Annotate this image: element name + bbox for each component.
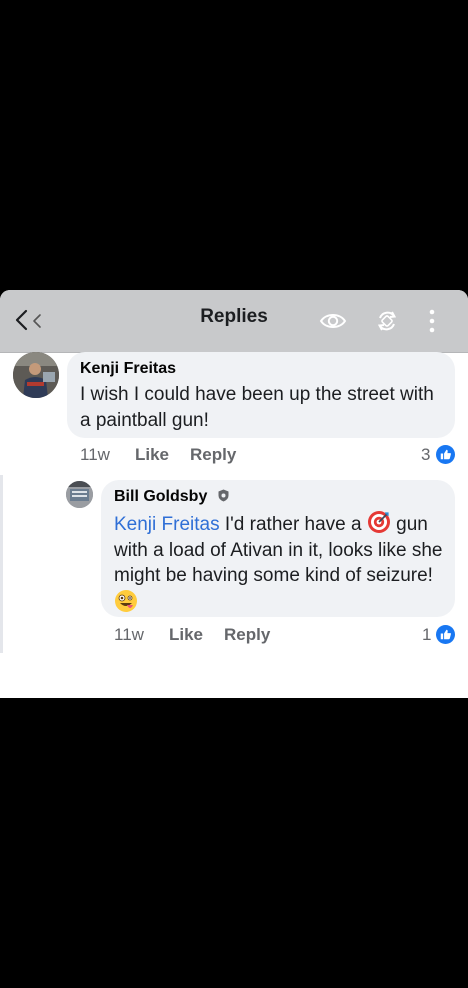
target-emoji-icon	[367, 511, 390, 533]
like-reaction-icon	[436, 625, 455, 644]
thread-line	[0, 475, 3, 653]
like-button[interactable]: Like	[169, 625, 203, 645]
reaction-count[interactable]: 3	[421, 445, 430, 465]
comment-author[interactable]: Kenji Freitas	[80, 360, 176, 378]
avatar-photo	[13, 352, 59, 398]
sync-icon[interactable]	[373, 307, 401, 335]
replies-panel: Replies Kenji Freitas I wish I could hav…	[0, 290, 468, 698]
reply-author-name: Bill Goldsby	[114, 488, 208, 505]
reply-bubble: Bill Goldsby Kenji Freitas I'd rather ha…	[101, 480, 455, 617]
replies-header: Replies	[0, 290, 468, 353]
reply-button[interactable]: Reply	[190, 445, 236, 465]
reply-text-part: I'd rather have a	[219, 514, 367, 535]
avatar-photo	[66, 481, 93, 508]
reply-timestamp[interactable]: 11w	[114, 625, 144, 645]
shield-icon	[218, 489, 229, 502]
avatar[interactable]	[13, 352, 59, 398]
mention-link[interactable]: Kenji Freitas	[114, 514, 220, 535]
comment-timestamp[interactable]: 11w	[80, 445, 110, 465]
reply-avatar[interactable]	[66, 481, 93, 508]
zany-face-emoji-icon	[115, 589, 137, 612]
eye-icon[interactable]	[319, 307, 347, 335]
more-vertical-icon[interactable]	[422, 307, 442, 335]
like-button[interactable]: Like	[135, 445, 169, 465]
reply-author[interactable]: Bill Goldsby	[114, 488, 230, 506]
like-reaction-icon	[436, 445, 455, 464]
reaction-count[interactable]: 1	[422, 625, 431, 645]
reply-button[interactable]: Reply	[224, 625, 270, 645]
comment-text: I wish I could have been up the street w…	[80, 384, 434, 431]
comment-bubble: Kenji Freitas I wish I could have been u…	[67, 352, 455, 438]
reply-text: Kenji Freitas I'd rather have a gun with…	[114, 510, 448, 616]
